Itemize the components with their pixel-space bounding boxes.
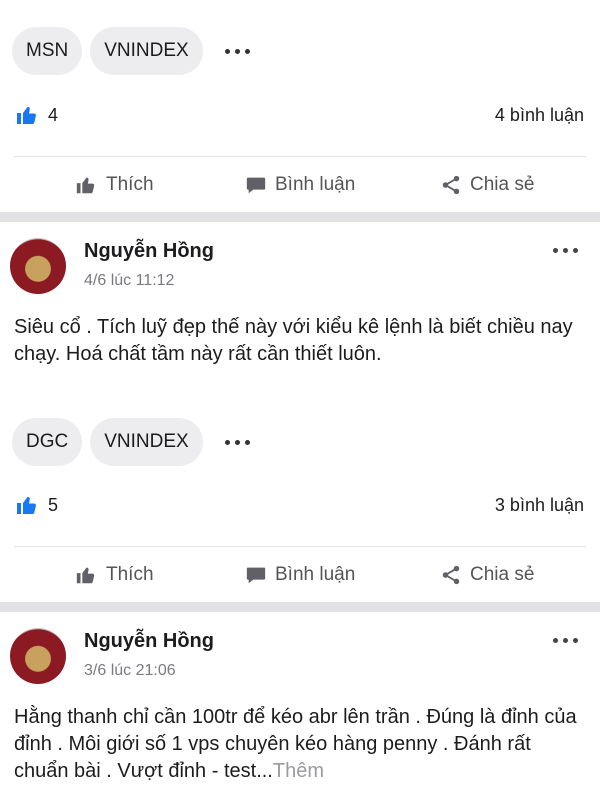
post-text: Hằng thanh chỉ cần 100tr để kéo abr lên …: [14, 704, 586, 785]
share-button[interactable]: Chia sẻ: [440, 174, 534, 196]
like-label: Thích: [106, 564, 154, 585]
author-name[interactable]: Nguyễn Hồng: [84, 630, 214, 653]
post-menu-icon[interactable]: [553, 638, 578, 643]
post-menu-icon[interactable]: [553, 248, 578, 253]
tag-msn[interactable]: MSN: [12, 27, 83, 75]
tag-vnindex[interactable]: VNINDEX: [90, 27, 203, 75]
post1-stats: 4 4 bình luận: [14, 100, 584, 130]
post1-actions: Thích Bình luận Chia sẻ: [0, 163, 600, 207]
like-count-value: 4: [48, 104, 59, 125]
comment-button[interactable]: Bình luận: [245, 564, 355, 586]
share-button[interactable]: Chia sẻ: [440, 564, 534, 586]
avatar[interactable]: [10, 238, 66, 294]
comment-icon: [246, 567, 266, 584]
like-count-value: 5: [48, 494, 59, 515]
share-label: Chia sẻ: [470, 564, 535, 585]
post-time: 3/6 lúc 21:06: [84, 662, 176, 679]
comment-icon: [246, 177, 266, 194]
more-tags-icon[interactable]: [224, 48, 250, 54]
divider: [14, 156, 586, 157]
thumbs-up-icon: [76, 177, 95, 194]
more-tags-icon[interactable]: [224, 439, 250, 445]
like-count[interactable]: 4: [14, 103, 58, 127]
like-label: Thích: [106, 174, 154, 195]
author-name[interactable]: Nguyễn Hồng: [84, 240, 214, 263]
post-separator: [0, 602, 600, 612]
comment-count[interactable]: 4 bình luận: [495, 105, 584, 126]
post2-actions: Thích Bình luận Chia sẻ: [0, 553, 600, 597]
like-count[interactable]: 5: [14, 493, 58, 517]
thumbs-up-icon: [17, 106, 36, 124]
share-icon: [442, 565, 460, 585]
post-time: 4/6 lúc 11:12: [84, 272, 175, 289]
post-text: Siêu cổ . Tích luỹ đẹp thế này với kiểu …: [14, 316, 573, 365]
tag-dgc[interactable]: DGC: [12, 418, 83, 466]
tag-vnindex[interactable]: VNINDEX: [90, 418, 203, 466]
comment-label: Bình luận: [275, 174, 356, 195]
post2-tags: DGC VNINDEX: [12, 418, 250, 466]
comment-count[interactable]: 3 bình luận: [495, 495, 584, 516]
share-label: Chia sẻ: [470, 174, 535, 195]
see-more-link[interactable]: Thêm: [273, 760, 324, 782]
thumbs-up-icon: [76, 567, 95, 584]
like-button[interactable]: Thích: [74, 564, 154, 586]
post2-stats: 5 3 bình luận: [14, 490, 584, 520]
divider: [14, 546, 586, 547]
share-icon: [442, 175, 460, 195]
post-separator: [0, 212, 600, 222]
post1-tags: MSN VNINDEX: [12, 27, 250, 75]
comment-button[interactable]: Bình luận: [245, 174, 355, 196]
like-button[interactable]: Thích: [74, 174, 154, 196]
avatar[interactable]: [10, 628, 66, 684]
comment-label: Bình luận: [275, 564, 356, 585]
thumbs-up-icon: [17, 496, 36, 514]
